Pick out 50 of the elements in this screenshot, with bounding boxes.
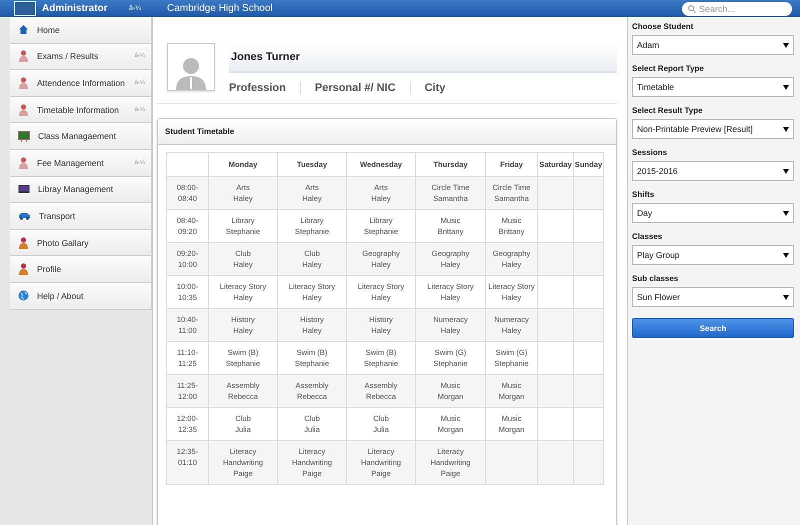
filter-select[interactable]: Adam bbox=[632, 35, 794, 55]
filter-label: Sessions bbox=[632, 148, 668, 157]
person-icon bbox=[18, 236, 29, 249]
user-avatar bbox=[14, 1, 36, 16]
person-icon bbox=[18, 263, 29, 276]
filter-select[interactable]: Play Group bbox=[632, 245, 794, 265]
school-name: Cambridge High School bbox=[166, 3, 274, 14]
dropdown-caret-icon bbox=[783, 84, 789, 90]
dropdown-caret-icon bbox=[783, 252, 789, 258]
person-icon bbox=[18, 50, 29, 62]
sidebar-item[interactable]: Help / About bbox=[10, 282, 152, 310]
filter-select[interactable]: 2015-2016 bbox=[632, 161, 794, 181]
sidebar-item[interactable]: Photo Gallary bbox=[10, 230, 152, 256]
filter-label: Choose Student bbox=[632, 22, 694, 31]
home-icon bbox=[18, 24, 29, 36]
profile-field: City bbox=[410, 82, 460, 94]
panel-title: Student Timetable bbox=[165, 127, 234, 136]
search-icon bbox=[688, 4, 696, 12]
filter-select[interactable]: Non-Printable Preview [Result] bbox=[632, 119, 794, 139]
sidebar-item[interactable]: Class Managaement bbox=[10, 123, 152, 150]
search-placeholder: Search... bbox=[699, 4, 736, 14]
dropdown-caret-icon bbox=[783, 294, 789, 300]
person-icon bbox=[18, 104, 29, 116]
filter-label: Shifts bbox=[632, 190, 656, 199]
avatar-placeholder bbox=[167, 43, 215, 91]
profile-field: Profession bbox=[229, 82, 300, 94]
dropdown-caret-icon bbox=[783, 168, 789, 174]
sidebar-item[interactable]: Libray Management bbox=[10, 176, 152, 204]
dropdown-caret-icon bbox=[783, 42, 789, 48]
car-icon bbox=[18, 211, 31, 220]
sidebar-item[interactable]: Profile bbox=[10, 256, 152, 283]
profile-field: Personal #/ NIC bbox=[300, 82, 410, 94]
dropdown-caret-icon bbox=[783, 210, 789, 216]
filter-label: Sub classes bbox=[632, 274, 680, 283]
filter-select[interactable]: Sun Flower bbox=[632, 287, 794, 307]
filter-label: Select Result Type bbox=[632, 106, 704, 115]
filter-select[interactable]: Day bbox=[632, 203, 794, 223]
student-name: Jones Turner bbox=[231, 51, 300, 63]
filter-label: Select Report Type bbox=[632, 64, 705, 73]
filter-label: Classes bbox=[632, 232, 664, 241]
filter-select[interactable]: Timetable bbox=[632, 77, 794, 97]
sidebar-item[interactable]: Home bbox=[10, 17, 152, 44]
person-icon bbox=[18, 156, 29, 169]
person-icon bbox=[18, 76, 29, 89]
dropdown-caret-icon bbox=[783, 126, 789, 132]
globe-icon bbox=[18, 290, 29, 302]
user-name: Administrator bbox=[42, 3, 109, 14]
sidebar-item[interactable]: Transport bbox=[10, 203, 152, 230]
chalkboard-icon bbox=[18, 130, 30, 142]
search-button[interactable]: Search bbox=[632, 318, 794, 338]
